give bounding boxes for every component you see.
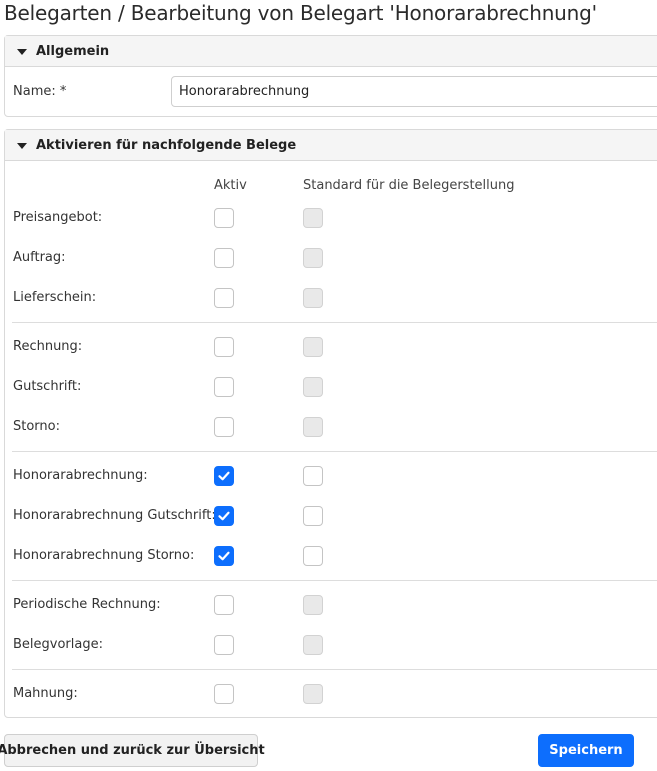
standard-checkbox[interactable] <box>303 546 323 566</box>
beleg-row-label: Preisangebot: <box>13 210 103 225</box>
aktiv-checkbox[interactable] <box>214 377 234 397</box>
beleg-row-label: Belegvorlage: <box>13 637 103 652</box>
panel-header-allgemein[interactable]: Allgemein <box>5 36 657 67</box>
group-divider <box>12 580 657 581</box>
beleg-row: Honorarabrechnung: <box>5 466 657 488</box>
beleg-row: Honorarabrechnung Storno: <box>5 546 657 568</box>
aktiv-checkbox[interactable] <box>214 288 234 308</box>
standard-checkbox <box>303 595 323 615</box>
group-divider <box>12 322 657 323</box>
caret-down-icon <box>17 48 27 55</box>
standard-checkbox <box>303 635 323 655</box>
caret-down-icon <box>17 142 27 149</box>
panel-header-aktivieren[interactable]: Aktivieren für nachfolgende Belege <box>5 130 657 161</box>
aktiv-checkbox[interactable] <box>214 506 234 526</box>
standard-checkbox[interactable] <box>303 466 323 486</box>
panel-aktivieren: Aktivieren für nachfolgende Belege Aktiv… <box>4 129 657 718</box>
beleg-row: Periodische Rechnung: <box>5 595 657 617</box>
beleg-row-label: Honorarabrechnung: <box>13 468 148 483</box>
cancel-button[interactable]: Abbrechen und zurück zur Übersicht <box>0 734 265 767</box>
beleg-row: Storno: <box>5 417 657 439</box>
standard-checkbox <box>303 208 323 228</box>
name-input[interactable] <box>171 76 657 107</box>
standard-checkbox <box>303 288 323 308</box>
beleg-row-label: Honorarabrechnung Gutschrift: <box>13 508 216 523</box>
standard-checkbox <box>303 248 323 268</box>
beleg-row-label: Mahnung: <box>13 686 78 701</box>
aktiv-checkbox[interactable] <box>214 337 234 357</box>
beleg-row: Gutschrift: <box>5 377 657 399</box>
beleg-row: Lieferschein: <box>5 288 657 310</box>
checkmark-icon <box>218 511 230 521</box>
standard-checkbox <box>303 337 323 357</box>
page-title: Belegarten / Bearbeitung von Belegart 'H… <box>4 1 597 25</box>
standard-checkbox <box>303 417 323 437</box>
beleg-row: Honorarabrechnung Gutschrift: <box>5 506 657 528</box>
group-divider <box>12 451 657 452</box>
beleg-row-label: Lieferschein: <box>13 290 97 305</box>
beleg-row: Auftrag: <box>5 248 657 270</box>
beleg-row-label: Auftrag: <box>13 250 66 265</box>
standard-checkbox <box>303 684 323 704</box>
aktiv-checkbox[interactable] <box>214 595 234 615</box>
column-header-aktiv: Aktiv <box>214 178 247 193</box>
column-header-standard: Standard für die Belegerstellung <box>303 178 515 193</box>
beleg-row: Mahnung: <box>5 684 657 706</box>
beleg-row: Rechnung: <box>5 337 657 359</box>
beleg-row: Belegvorlage: <box>5 635 657 657</box>
panel-title-allgemein: Allgemein <box>36 43 110 59</box>
aktiv-checkbox[interactable] <box>214 248 234 268</box>
panel-title-aktivieren: Aktivieren für nachfolgende Belege <box>36 137 297 153</box>
beleg-row-label: Storno: <box>13 419 60 434</box>
beleg-row-label: Rechnung: <box>13 339 83 354</box>
group-divider <box>12 669 657 670</box>
standard-checkbox[interactable] <box>303 506 323 526</box>
aktiv-checkbox[interactable] <box>214 417 234 437</box>
name-label: Name: * <box>13 84 67 99</box>
beleg-row-label: Honorarabrechnung Storno: <box>13 548 195 563</box>
beleg-row: Preisangebot: <box>5 208 657 230</box>
panel-allgemein: Allgemein Name: * <box>4 35 657 117</box>
aktiv-checkbox[interactable] <box>214 546 234 566</box>
aktiv-checkbox[interactable] <box>214 208 234 228</box>
aktiv-checkbox[interactable] <box>214 466 234 486</box>
checkmark-icon <box>218 551 230 561</box>
beleg-row-label: Gutschrift: <box>13 379 82 394</box>
beleg-row-label: Periodische Rechnung: <box>13 597 161 612</box>
standard-checkbox <box>303 377 323 397</box>
aktiv-checkbox[interactable] <box>214 684 234 704</box>
save-button[interactable]: Speichern <box>538 734 634 767</box>
checkmark-icon <box>218 471 230 481</box>
aktiv-checkbox[interactable] <box>214 635 234 655</box>
